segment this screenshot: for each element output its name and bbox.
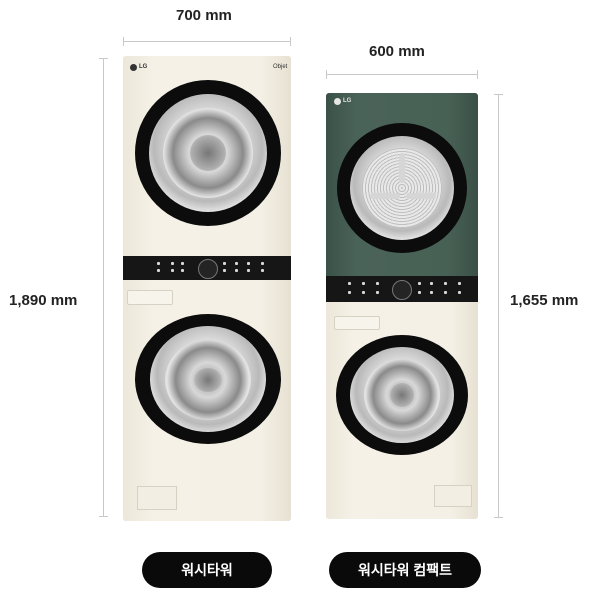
control-button[interactable] [418, 282, 421, 285]
left-width-tick-left [123, 37, 124, 46]
filter-cover[interactable] [434, 485, 472, 507]
right-height-line [498, 94, 499, 518]
dryer-drum-center [190, 135, 226, 171]
lg-logo-text: LG [343, 98, 352, 104]
control-button[interactable] [444, 282, 447, 285]
left-height-line [103, 58, 104, 517]
control-button[interactable] [376, 282, 379, 285]
control-button[interactable] [247, 269, 250, 272]
washtower-unit: LG Objet [123, 56, 291, 521]
filter-cover[interactable] [137, 486, 177, 510]
right-width-tick-right [477, 70, 478, 79]
control-button[interactable] [181, 262, 184, 265]
right-height-tick-bottom [494, 517, 503, 518]
control-button[interactable] [348, 291, 351, 294]
control-button[interactable] [157, 262, 160, 265]
control-button[interactable] [418, 291, 421, 294]
control-button[interactable] [181, 269, 184, 272]
washer-drum-center [390, 383, 414, 407]
detergent-drawer[interactable] [127, 290, 173, 305]
control-button[interactable] [458, 291, 461, 294]
dryer-paddle [370, 193, 400, 199]
washtower-name-label: 워시타워 [181, 562, 233, 578]
lg-logo-icon [130, 64, 137, 71]
control-button[interactable] [261, 269, 264, 272]
right-width-label: 600 mm [369, 43, 425, 60]
objet-badge: Objet [273, 64, 288, 70]
control-button[interactable] [235, 262, 238, 265]
display-dial[interactable] [198, 259, 218, 279]
washtower-name-pill[interactable]: 워시타워 [142, 552, 272, 588]
control-button[interactable] [223, 269, 226, 272]
control-button[interactable] [376, 291, 379, 294]
lg-logo-text: LG [139, 64, 148, 70]
left-height-label: 1,890 mm [9, 292, 78, 309]
control-button[interactable] [261, 262, 264, 265]
left-width-label: 700 mm [176, 7, 232, 24]
left-height-tick-top [99, 58, 108, 59]
control-button[interactable] [430, 291, 433, 294]
dryer-paddle [399, 153, 405, 183]
control-button[interactable] [247, 262, 250, 265]
control-button[interactable] [171, 262, 174, 265]
control-button[interactable] [348, 282, 351, 285]
display-dial[interactable] [392, 280, 412, 300]
right-width-line [326, 74, 478, 75]
dryer-paddle [406, 193, 436, 199]
right-width-tick-left [326, 70, 327, 79]
control-button[interactable] [362, 291, 365, 294]
left-height-tick-bottom [99, 516, 108, 517]
lg-logo-icon [334, 98, 341, 105]
control-button[interactable] [362, 282, 365, 285]
right-height-label: 1,655 mm [510, 292, 579, 309]
control-button[interactable] [458, 282, 461, 285]
detergent-drawer[interactable] [334, 316, 380, 330]
left-width-line [123, 41, 291, 42]
washer-drum-center [194, 368, 222, 392]
control-button[interactable] [430, 282, 433, 285]
control-button[interactable] [157, 269, 160, 272]
control-button[interactable] [235, 269, 238, 272]
washtower-compact-name-label: 워시타워 컴팩트 [357, 562, 453, 578]
washtower-compact-name-pill[interactable]: 워시타워 컴팩트 [329, 552, 481, 588]
control-button[interactable] [223, 262, 226, 265]
washtower-compact-unit: LG [326, 93, 478, 519]
right-height-tick-top [494, 94, 503, 95]
control-button[interactable] [171, 269, 174, 272]
control-button[interactable] [444, 291, 447, 294]
left-width-tick-right [290, 37, 291, 46]
